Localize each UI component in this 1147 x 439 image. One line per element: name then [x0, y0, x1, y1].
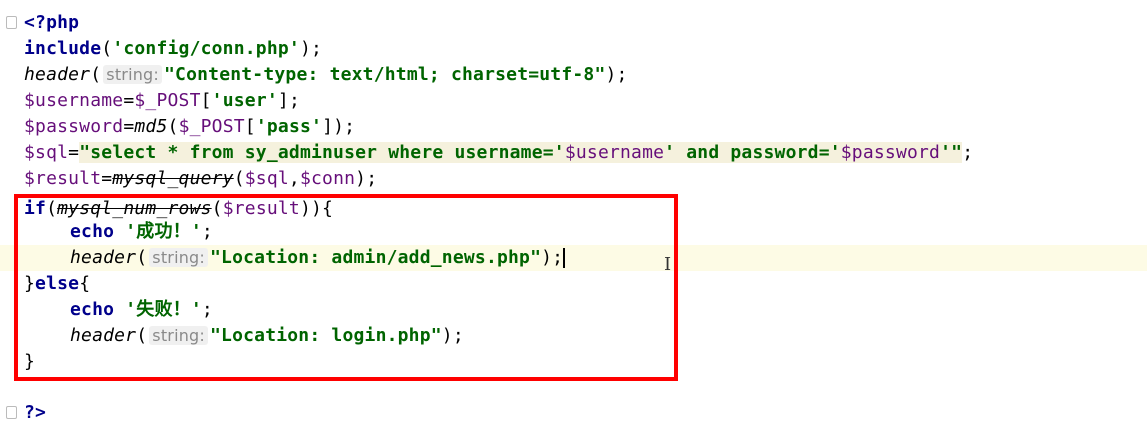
- include-keyword: include: [24, 38, 102, 59]
- paren: );: [541, 247, 564, 268]
- bracket: [: [200, 90, 212, 111]
- code-line-11[interactable]: }else{: [24, 271, 90, 297]
- paren: (: [233, 168, 245, 189]
- code-line-10-current[interactable]: header(string: "Location: admin/add_news.…: [0, 245, 1147, 271]
- semicolon: ;: [962, 142, 974, 163]
- variable: $conn: [299, 168, 356, 189]
- semicolon: ;: [201, 299, 213, 320]
- if-keyword: if: [24, 198, 47, 219]
- md5-function: md5: [134, 116, 168, 137]
- echo-keyword: echo: [70, 221, 115, 242]
- operator: =: [123, 116, 135, 137]
- sql-string: '": [940, 142, 963, 163]
- bracket: [: [244, 116, 256, 137]
- paren: (: [46, 198, 58, 219]
- code-line-14[interactable]: }: [24, 349, 35, 375]
- code-line-6[interactable]: $sql="select * from sy_adminuser where u…: [24, 140, 973, 166]
- code-line-4[interactable]: $username=$_POST['user'];: [24, 88, 300, 114]
- fold-marker-icon[interactable]: [6, 16, 17, 29]
- code-line-13[interactable]: header(string: "Location: login.php");: [70, 323, 464, 349]
- bracket: ];: [277, 90, 300, 111]
- echo-keyword: echo: [70, 299, 115, 320]
- include-path: 'config/conn.php': [112, 38, 300, 59]
- brace: )){: [299, 198, 334, 219]
- code-line-1[interactable]: <?php: [24, 10, 79, 36]
- php-close-tag: ?>: [24, 402, 47, 423]
- operator: =: [123, 90, 135, 111]
- paren: (: [101, 38, 113, 59]
- variable: $result: [222, 198, 300, 219]
- paren: (: [211, 198, 223, 219]
- text-cursor: [563, 248, 566, 268]
- variable: $_POST: [178, 116, 245, 137]
- param-hint: string:: [149, 248, 209, 267]
- brace: {: [79, 273, 91, 294]
- param-hint: string:: [103, 65, 163, 84]
- header-function: header: [70, 325, 137, 346]
- code-line-9[interactable]: echo '成功！';: [70, 219, 213, 245]
- string: 'user': [211, 90, 278, 111]
- header-function: header: [24, 64, 91, 85]
- variable: $password: [840, 142, 941, 163]
- operator: =: [68, 142, 80, 163]
- variable: $_POST: [134, 90, 201, 111]
- variable: $password: [24, 116, 124, 137]
- paren: (: [167, 116, 179, 137]
- code-line-5[interactable]: $password=md5($_POST['pass']);: [24, 114, 355, 140]
- paren: );: [605, 64, 628, 85]
- variable: $result: [24, 168, 102, 189]
- sql-string: ' and password=': [664, 142, 841, 163]
- code-line-3[interactable]: header(string: "Content-type: text/html; …: [24, 62, 628, 88]
- paren: );: [299, 38, 323, 59]
- paren: (: [136, 247, 148, 268]
- param-hint: string:: [149, 326, 209, 345]
- header-value: "Location: admin/add_news.php": [210, 247, 542, 268]
- fold-marker-icon[interactable]: [6, 406, 17, 419]
- bracket: ]);: [322, 116, 356, 137]
- string: 'pass': [255, 116, 323, 137]
- variable: $sql: [244, 168, 289, 189]
- code-line-12[interactable]: echo '失败！';: [70, 297, 213, 323]
- deprecated-function: mysql_query: [112, 168, 234, 189]
- semicolon: ;: [201, 221, 213, 242]
- php-open-tag: <?php: [24, 12, 80, 33]
- brace: }: [24, 351, 36, 372]
- header-function: header: [70, 247, 137, 268]
- paren: );: [441, 325, 464, 346]
- header-value: "Content-type: text/html; charset=utf-8": [164, 64, 606, 85]
- operator: =: [101, 168, 113, 189]
- ibeam-cursor-icon: I: [664, 254, 672, 275]
- fail-string: '失败！': [125, 299, 202, 320]
- code-line-7[interactable]: $result=mysql_query($sql,$conn);: [24, 166, 377, 192]
- code-line-16[interactable]: ?>: [24, 400, 46, 426]
- deprecated-function: mysql_num_rows: [57, 198, 212, 219]
- variable: $username: [24, 90, 124, 111]
- paren: (: [136, 325, 148, 346]
- variable: $sql: [24, 142, 69, 163]
- variable: $username: [564, 142, 665, 163]
- success-string: '成功！': [125, 221, 202, 242]
- paren: (: [90, 64, 102, 85]
- header-value: "Location: login.php": [210, 325, 442, 346]
- brace: }: [24, 273, 36, 294]
- comma: ,: [288, 168, 300, 189]
- editor-gutter: [0, 0, 18, 439]
- sql-string: "select * from sy_adminuser where userna…: [79, 142, 565, 163]
- code-line-2[interactable]: include('config/conn.php');: [24, 36, 322, 62]
- else-keyword: else: [35, 273, 80, 294]
- paren: );: [355, 168, 378, 189]
